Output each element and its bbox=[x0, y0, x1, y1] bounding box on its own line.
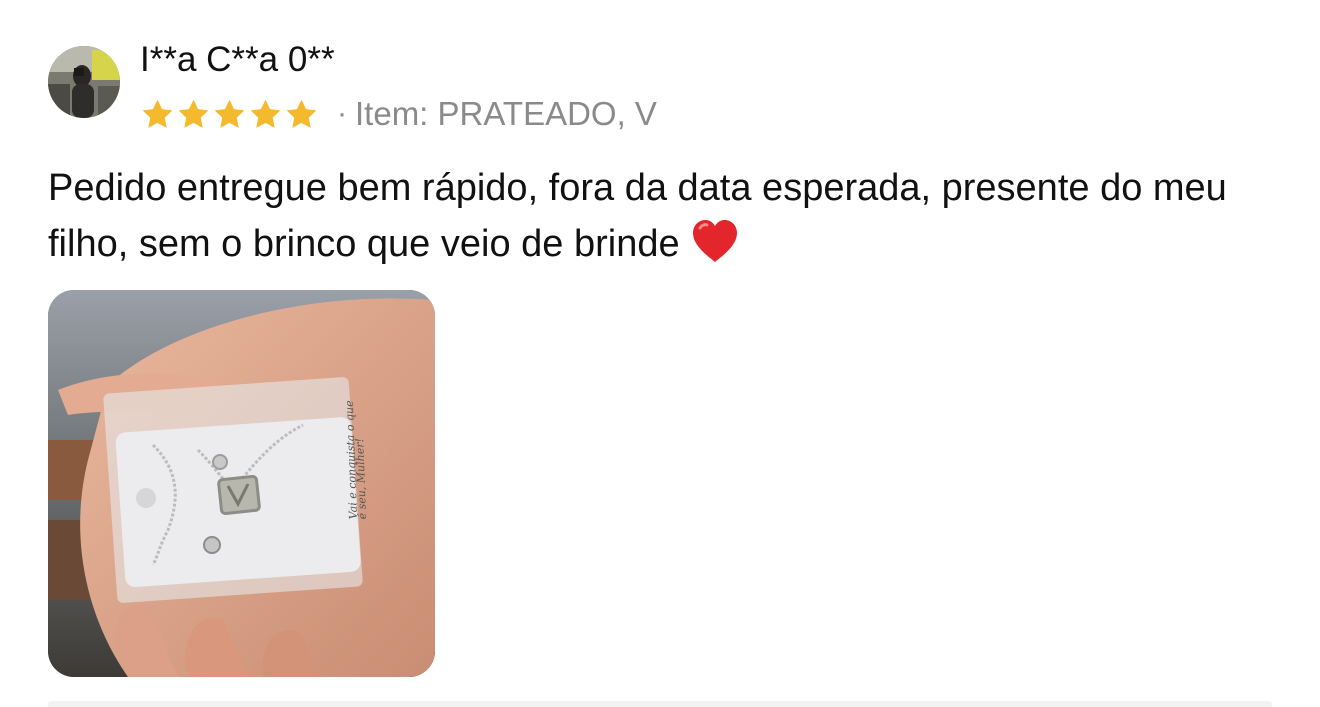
review-card: I**a C**a 0** · Item: PRATEADO, V Pedido… bbox=[0, 0, 1320, 707]
star-icon bbox=[214, 99, 245, 128]
star-icon bbox=[286, 99, 317, 128]
star-icon bbox=[178, 99, 209, 128]
star-rating bbox=[140, 97, 319, 132]
reviewer-avatar[interactable] bbox=[48, 46, 120, 118]
item-variant: Item: PRATEADO, V bbox=[355, 95, 657, 132]
review-photo[interactable]: Vai e conquista o que é seu, Mulher! bbox=[48, 290, 435, 677]
star-icon bbox=[142, 99, 173, 128]
red-heart-icon bbox=[690, 218, 740, 280]
reviewer-name: I**a C**a 0** bbox=[140, 40, 335, 79]
review-meta: · Item: PRATEADO, V bbox=[140, 92, 657, 136]
review-text: Pedido entregue bem rápido, fora da data… bbox=[48, 160, 1278, 280]
star-icon bbox=[250, 99, 281, 128]
review-body: Pedido entregue bem rápido, fora da data… bbox=[48, 167, 1227, 265]
section-divider bbox=[48, 701, 1272, 707]
meta-separator: · bbox=[337, 97, 347, 130]
